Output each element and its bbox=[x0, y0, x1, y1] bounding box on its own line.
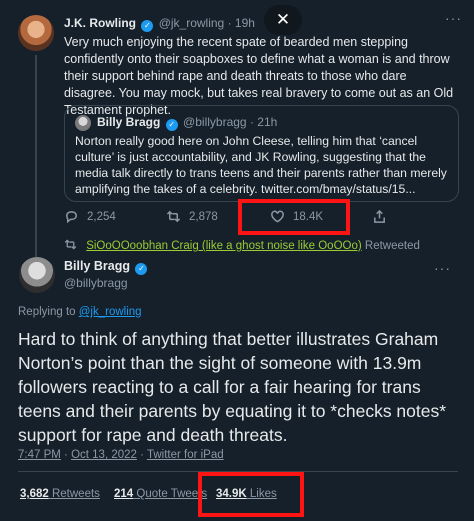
reply-icon bbox=[66, 211, 77, 224]
more-options-icon[interactable]: ··· bbox=[434, 260, 451, 276]
retweets-stat[interactable]: 3,682 Retweets bbox=[20, 488, 100, 500]
replying-prefix: Replying to bbox=[18, 306, 79, 318]
author-name: Billy Bragg bbox=[97, 115, 161, 129]
retweets-label: Retweets bbox=[48, 488, 100, 500]
quoted-tweet-text: Norton really good here on John Cleese, … bbox=[75, 134, 447, 196]
verified-badge-icon: ✓ bbox=[141, 20, 154, 32]
tweet-time[interactable]: 7:47 PM bbox=[18, 449, 61, 461]
author-name[interactable]: Billy Bragg bbox=[64, 259, 130, 273]
avatar[interactable] bbox=[19, 257, 55, 293]
tweet-text: Hard to think of anything that better il… bbox=[18, 329, 447, 445]
retweet-context: SiOoOOoobhan Craig (like a ghost noise l… bbox=[64, 238, 420, 252]
retweet-icon bbox=[166, 210, 181, 223]
more-options-icon[interactable]: ··· bbox=[445, 10, 462, 26]
thread-line bbox=[35, 55, 37, 257]
retweet-count: 2,878 bbox=[189, 210, 218, 223]
verified-badge-icon: ✓ bbox=[135, 263, 148, 275]
verified-badge-icon: ✓ bbox=[165, 119, 178, 131]
author-handle[interactable]: @billybragg bbox=[64, 276, 128, 290]
share-button[interactable] bbox=[372, 209, 387, 224]
highlight-box bbox=[198, 472, 304, 517]
share-icon bbox=[374, 209, 385, 223]
quotes-count: 214 bbox=[114, 488, 134, 500]
highlight-box bbox=[238, 199, 350, 235]
retweet-button[interactable]: 2,878 bbox=[166, 209, 218, 224]
close-icon: ✕ bbox=[275, 10, 291, 29]
replying-to: Replying to @jk_rowling bbox=[18, 306, 142, 318]
retweeted-label: Retweeted bbox=[361, 240, 420, 252]
quote-tweets-stat[interactable]: 214 Quote Tweets bbox=[114, 488, 207, 500]
reply-count: 2,254 bbox=[87, 210, 116, 223]
separator: · bbox=[227, 16, 235, 30]
tweet-meta: 7:47 PM · Oct 13, 2022 · Twitter for iPa… bbox=[18, 449, 224, 461]
quoted-tweet[interactable]: Billy Bragg ✓ @billybragg · 21h Norton r… bbox=[64, 105, 459, 202]
parent-tweet-header: J.K. Rowling ✓ @jk_rowling · 19h bbox=[64, 16, 255, 32]
quoted-tweet-header: Billy Bragg ✓ @billybragg · 21h bbox=[97, 115, 277, 131]
close-button[interactable]: ✕ bbox=[264, 5, 302, 35]
tweet-date[interactable]: Oct 13, 2022 bbox=[71, 449, 137, 461]
retweeter-link[interactable]: SiOoOOoobhan Craig (like a ghost noise l… bbox=[86, 240, 362, 252]
separator: · bbox=[136, 449, 147, 461]
avatar[interactable] bbox=[18, 15, 54, 51]
tweet-client[interactable]: Twitter for iPad bbox=[147, 449, 224, 461]
replying-handle-link[interactable]: @jk_rowling bbox=[79, 306, 142, 318]
retweet-icon bbox=[64, 239, 77, 250]
separator: · bbox=[60, 449, 72, 461]
author-handle[interactable]: @jk_rowling bbox=[159, 16, 225, 30]
avatar bbox=[75, 115, 91, 131]
tweet-time[interactable]: 19h bbox=[235, 16, 255, 30]
tweet-time: 21h bbox=[257, 115, 278, 129]
author-name[interactable]: J.K. Rowling bbox=[64, 16, 136, 30]
author-handle: @billybragg bbox=[183, 115, 247, 129]
retweets-count: 3,682 bbox=[20, 488, 49, 500]
reply-button[interactable]: 2,254 bbox=[64, 209, 116, 224]
author-name-row: Billy Bragg ✓ bbox=[64, 259, 149, 275]
quotes-label: Quote Tweets bbox=[133, 488, 208, 500]
